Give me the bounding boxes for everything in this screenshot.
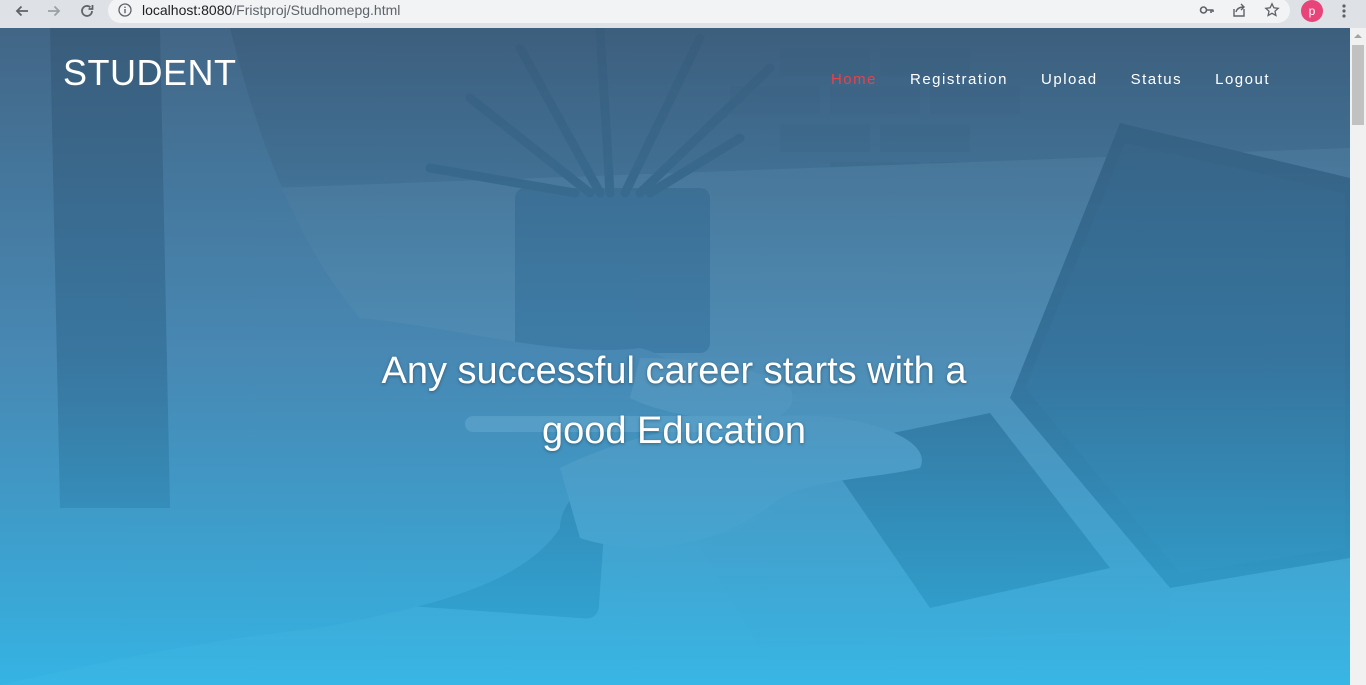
url-host: localhost:8080 bbox=[142, 2, 233, 18]
nav-registration[interactable]: Registration bbox=[910, 71, 1008, 88]
reload-icon bbox=[81, 5, 94, 17]
hero-headline-line1: Any successful career starts with a bbox=[381, 350, 967, 392]
page-scrollbar[interactable] bbox=[1350, 28, 1366, 685]
more-vert-icon[interactable] bbox=[1336, 1, 1352, 21]
url-path: /Fristproj/Studhomepg.html bbox=[232, 2, 401, 18]
back-icon bbox=[15, 5, 28, 17]
browser-toolbar: localhost:8080/Fristproj/Studhomepg.html… bbox=[0, 0, 1366, 28]
url-text[interactable]: localhost:8080/Fristproj/Studhomepg.html bbox=[142, 2, 400, 18]
nav-status[interactable]: Status bbox=[1131, 71, 1183, 88]
nav-home[interactable]: Home bbox=[831, 71, 877, 88]
info-icon[interactable] bbox=[118, 3, 132, 17]
nav-upload[interactable]: Upload bbox=[1041, 71, 1098, 88]
hero-section: STUDENT Home Registration Upload Status … bbox=[0, 28, 1350, 685]
back-button[interactable] bbox=[8, 0, 36, 22]
forward-icon bbox=[48, 5, 61, 17]
main-nav: Home Registration Upload Status Logout bbox=[831, 71, 1270, 88]
reload-button[interactable] bbox=[73, 0, 101, 22]
forward-button[interactable] bbox=[40, 0, 68, 22]
nav-logout[interactable]: Logout bbox=[1215, 71, 1270, 88]
scrollbar-thumb[interactable] bbox=[1352, 45, 1364, 125]
scroll-up-arrow-icon[interactable] bbox=[1350, 28, 1366, 44]
star-icon[interactable] bbox=[1263, 1, 1281, 19]
profile-avatar[interactable]: p bbox=[1301, 0, 1323, 22]
profile-initial: p bbox=[1308, 4, 1316, 18]
hero-headline: Any successful career starts with a good… bbox=[300, 341, 1048, 461]
address-bar[interactable]: localhost:8080/Fristproj/Studhomepg.html bbox=[108, 0, 1290, 23]
key-icon[interactable] bbox=[1198, 1, 1216, 19]
share-icon[interactable] bbox=[1230, 1, 1248, 19]
site-brand[interactable]: STUDENT bbox=[63, 52, 237, 94]
hero-headline-line2: good Education bbox=[541, 410, 807, 452]
